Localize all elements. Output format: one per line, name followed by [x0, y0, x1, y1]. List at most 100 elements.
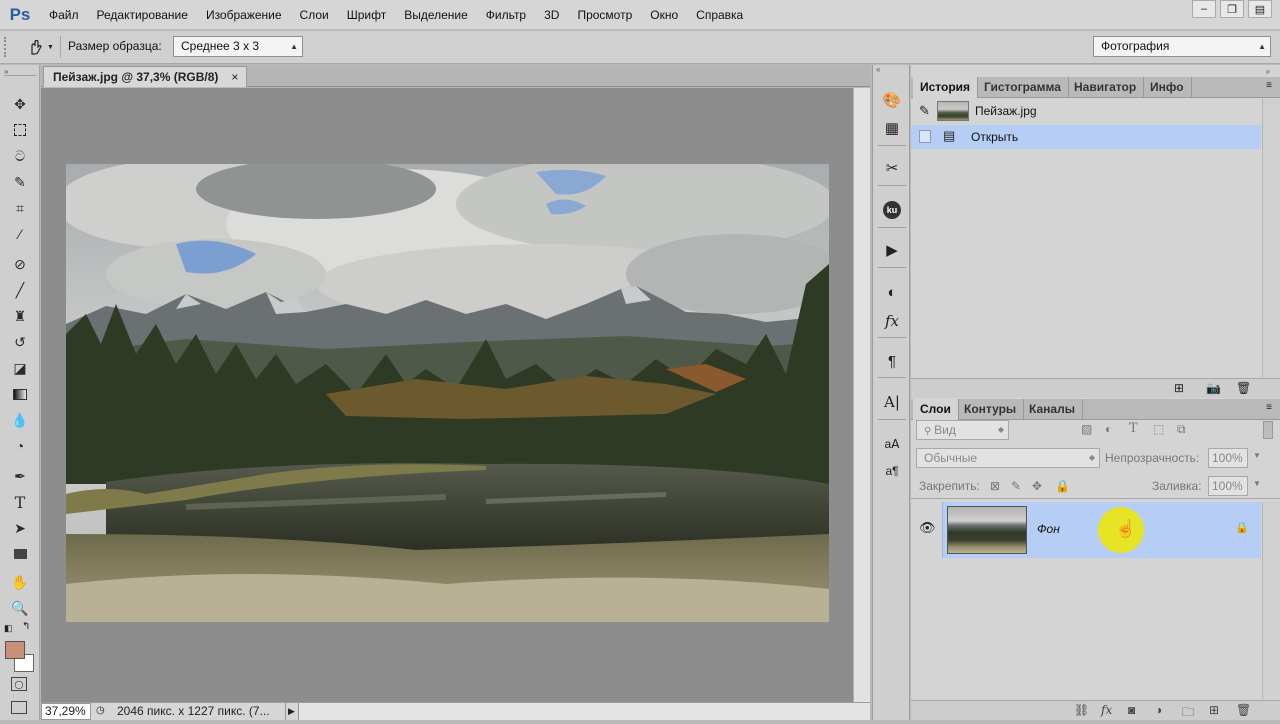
paragraph-icon[interactable]: ¶	[880, 350, 904, 372]
dodge-icon[interactable]: ◔	[8, 435, 32, 457]
menu-image[interactable]: Изображение	[197, 0, 291, 30]
minimize-button[interactable]: –	[1192, 0, 1216, 18]
menu-edit[interactable]: Редактирование	[88, 0, 197, 30]
canvas-area[interactable]	[41, 88, 853, 702]
options-bar-grip[interactable]	[4, 37, 12, 57]
history-snapshot-row[interactable]: ✎ Пейзаж.jpg	[911, 99, 1261, 125]
panel-menu-icon[interactable]: ≡	[1266, 402, 1272, 413]
healing-brush-icon[interactable]: ⊘	[8, 253, 32, 275]
document-info-icon[interactable]: ◷	[96, 705, 105, 716]
layer-row[interactable]: 👁 Фон ☝ 🔒	[911, 502, 1261, 558]
adjustments-icon[interactable]: ◐	[880, 281, 904, 303]
lock-transparent-icon[interactable]: ⊠	[990, 479, 1000, 493]
filter-smart-object-icon[interactable]: ⧉	[1177, 422, 1186, 437]
sample-size-select[interactable]: Среднее 3 x 3 ▲	[173, 36, 303, 57]
vertical-scrollbar[interactable]	[853, 88, 870, 702]
eraser-icon[interactable]: ◪	[8, 357, 32, 379]
layer-filter-select[interactable]: ⚲ Вид ◆	[916, 420, 1009, 440]
fill-field[interactable]: 100%	[1208, 476, 1248, 496]
filter-pixel-icon[interactable]: ▨	[1081, 422, 1092, 436]
zoom-icon[interactable]: 🔍	[8, 597, 32, 619]
add-mask-icon[interactable]: ◙	[1128, 703, 1135, 717]
link-layers-icon[interactable]: ⛓	[1074, 703, 1089, 717]
lock-position-icon[interactable]: ✥	[1032, 479, 1042, 493]
workspace-select[interactable]: Фотография ▲	[1093, 36, 1271, 57]
zoom-field[interactable]: 37,29%	[41, 703, 91, 720]
panel-menu-icon[interactable]: ≡	[1266, 80, 1272, 91]
history-step-checkbox[interactable]	[919, 130, 931, 143]
type-icon[interactable]: T	[8, 491, 32, 513]
history-scrollbar[interactable]	[1262, 99, 1280, 377]
filter-toggle-switch[interactable]	[1263, 421, 1273, 439]
workspace-switch-button[interactable]: ▤	[1248, 0, 1272, 18]
tool-presets-icon[interactable]: ✂	[880, 157, 904, 179]
new-group-icon[interactable]: 🗀	[1182, 703, 1194, 724]
character-styles-icon[interactable]: a𝖠	[880, 433, 904, 455]
lasso-icon[interactable]: ට	[8, 145, 32, 167]
layers-scrollbar[interactable]	[1262, 502, 1280, 699]
tab-paths[interactable]: Контуры	[957, 399, 1025, 420]
menu-help[interactable]: Справка	[687, 0, 752, 30]
layer-style-fx-icon[interactable]: fx	[1101, 703, 1112, 717]
opacity-dropdown-icon[interactable]: ▼	[1253, 451, 1261, 460]
layer-row-selected[interactable]: Фон ☝ 🔒	[942, 502, 1261, 558]
menu-file[interactable]: Файл	[40, 0, 88, 30]
history-step-row[interactable]: ▤ Открыть	[911, 125, 1261, 149]
gradient-icon[interactable]	[8, 383, 32, 405]
move-icon[interactable]: ✥	[8, 93, 32, 115]
menu-window[interactable]: Окно	[641, 0, 687, 30]
tab-channels[interactable]: Каналы	[1022, 399, 1083, 420]
kuler-icon[interactable]: ku	[880, 199, 904, 221]
camera-snapshot-icon[interactable]: 📷	[1206, 381, 1221, 395]
styles-fx-icon[interactable]: fx	[880, 310, 904, 332]
path-selection-icon[interactable]: ➤	[8, 517, 32, 539]
blend-mode-select[interactable]: Обычные ◆	[916, 448, 1100, 468]
paragraph-styles-icon[interactable]: a¶	[880, 460, 904, 482]
new-layer-icon[interactable]: ⊞	[1209, 703, 1219, 717]
filter-type-icon[interactable]: T	[1129, 421, 1138, 436]
menu-type[interactable]: Шрифт	[338, 0, 395, 30]
history-brush-source-icon[interactable]: ✎	[919, 103, 930, 119]
character-icon[interactable]: A|	[880, 391, 904, 413]
restore-button[interactable]: ❐	[1220, 0, 1244, 18]
menu-view[interactable]: Просмотр	[568, 0, 641, 30]
swatches-icon[interactable]: ▦	[880, 117, 904, 139]
opacity-field[interactable]: 100%	[1208, 448, 1248, 468]
menu-filter[interactable]: Фильтр	[477, 0, 535, 30]
tab-navigator[interactable]: Навигатор	[1067, 77, 1145, 98]
marquee-icon[interactable]	[8, 119, 32, 141]
new-document-from-state-icon[interactable]: ⊞	[1174, 381, 1184, 395]
history-brush-icon[interactable]: ↺	[8, 331, 32, 353]
actions-play-icon[interactable]: ▶	[880, 239, 904, 261]
screen-mode-icon[interactable]	[11, 701, 27, 714]
color-palette-icon[interactable]: 🎨	[880, 89, 904, 111]
new-adjustment-layer-icon[interactable]: ◑	[1155, 703, 1162, 717]
collapse-arrows-icon[interactable]: «	[876, 65, 880, 74]
panel-collapse-icon[interactable]: »	[911, 68, 1280, 76]
hand-icon[interactable]: ✋	[8, 571, 32, 593]
tab-layers[interactable]: Слои	[913, 399, 959, 420]
layer-lock-icon[interactable]: 🔒	[1235, 521, 1249, 534]
lock-all-icon[interactable]: 🔒	[1055, 479, 1070, 493]
brush-icon[interactable]: ╱	[8, 279, 32, 301]
fill-dropdown-icon[interactable]: ▼	[1253, 479, 1261, 488]
crop-icon[interactable]: ⌗	[8, 197, 32, 219]
quick-mask-icon[interactable]: ◯	[11, 677, 27, 691]
eyedropper-icon[interactable]: ⁄	[8, 223, 32, 245]
eye-visibility-icon[interactable]: 👁	[919, 520, 936, 536]
filter-adjustment-icon[interactable]: ◐	[1105, 422, 1112, 436]
menu-3d[interactable]: 3D	[535, 0, 568, 30]
menu-layers[interactable]: Слои	[291, 0, 338, 30]
quick-selection-icon[interactable]: ✎	[8, 171, 32, 193]
tab-histogram[interactable]: Гистограмма	[977, 77, 1069, 98]
tab-info[interactable]: Инфо	[1143, 77, 1192, 98]
default-colors-icon[interactable]: ◧	[4, 623, 13, 634]
blur-icon[interactable]: 💧	[8, 409, 32, 431]
status-menu-arrow-icon[interactable]: ▶	[285, 703, 297, 720]
document-tab[interactable]: Пейзаж.jpg @ 37,3% (RGB/8) ×	[43, 66, 248, 87]
swap-colors-icon[interactable]: ↰	[22, 621, 30, 632]
filter-shape-icon[interactable]: ⬚	[1153, 422, 1164, 436]
lock-image-icon[interactable]: ✎	[1011, 479, 1021, 493]
trash-icon[interactable]: 🗑	[1236, 381, 1251, 395]
foreground-color-swatch[interactable]	[5, 641, 25, 659]
